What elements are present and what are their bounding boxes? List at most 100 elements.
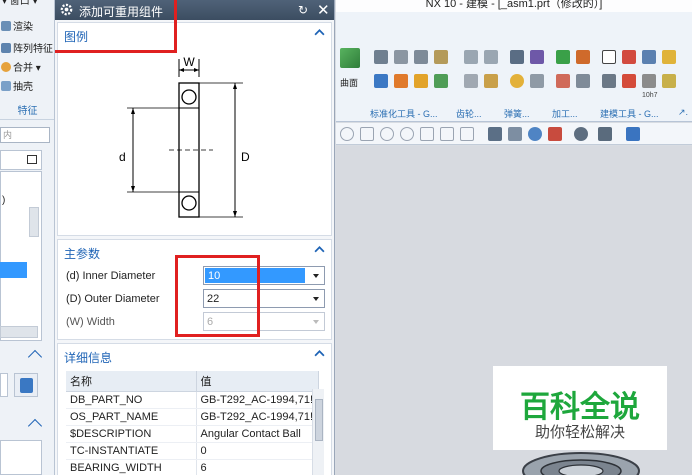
- table-row[interactable]: BEARING_WIDTH 6: [66, 459, 319, 475]
- filter-input[interactable]: 内: [0, 127, 50, 143]
- tool-icon[interactable]: [622, 74, 636, 88]
- collapse-chevron-icon[interactable]: [27, 349, 43, 365]
- tool-icon[interactable]: [434, 50, 448, 64]
- ribbon-group-modeling-tools[interactable]: 建模工具 - G...: [600, 107, 659, 120]
- table-row[interactable]: $DESCRIPTION Angular Contact Ball: [66, 425, 319, 443]
- maximize-icon[interactable]: [27, 155, 37, 164]
- selected-list-item[interactable]: [0, 262, 27, 278]
- chevron-up-icon[interactable]: [314, 27, 325, 38]
- highlight-box-params: [175, 255, 260, 337]
- collapse-chevron-icon-2[interactable]: [27, 418, 43, 434]
- tool-icon[interactable]: [374, 74, 388, 88]
- details-label: 详细信息: [64, 351, 113, 365]
- horizontal-scrollbar[interactable]: [0, 326, 38, 338]
- tool-icon[interactable]: [530, 50, 544, 64]
- tool-icon[interactable]: [622, 50, 636, 64]
- tool-icon[interactable]: [414, 50, 428, 64]
- tool-icon[interactable]: [484, 50, 498, 64]
- tool-icon[interactable]: [662, 50, 676, 64]
- tool-icon[interactable]: [484, 74, 498, 88]
- snap-icon[interactable]: [460, 127, 474, 141]
- feature-group-label: 特征: [0, 104, 54, 120]
- snap-icon[interactable]: [380, 127, 394, 141]
- unite-icon: [1, 62, 11, 72]
- reset-icon[interactable]: ↻: [298, 3, 308, 17]
- cube-view-icon[interactable]: [626, 127, 640, 141]
- ribbon: 曲面 10h7 标准化工具 - G... 齿轮... 弹簧... 加工... 建…: [336, 12, 692, 122]
- tool-icon[interactable]: [394, 74, 408, 88]
- details-header[interactable]: 详细信息: [58, 344, 331, 366]
- close-icon[interactable]: ✕: [317, 1, 330, 19]
- tool-icon[interactable]: [510, 50, 524, 64]
- outer-diameter-label: (D) Outer Diameter: [66, 293, 160, 305]
- ribbon-group-spring[interactable]: 弹簧...: [504, 107, 530, 120]
- cell-name: $DESCRIPTION: [66, 425, 197, 443]
- chevron-up-icon[interactable]: [314, 348, 325, 359]
- tool-icon[interactable]: [576, 50, 590, 64]
- snap-icon[interactable]: [340, 127, 354, 141]
- shell-button[interactable]: 抽壳: [1, 80, 33, 96]
- snap-icon[interactable]: [440, 127, 454, 141]
- tool-icon[interactable]: [662, 74, 676, 88]
- render-style-icon[interactable]: [574, 127, 588, 141]
- chevron-up-icon[interactable]: [314, 244, 325, 255]
- tool-icon[interactable]: [642, 50, 656, 64]
- dropdown-arrow-icon[interactable]: [308, 267, 324, 284]
- snap-icon[interactable]: [360, 127, 374, 141]
- tool-icon[interactable]: [464, 50, 478, 64]
- snap-icon[interactable]: [400, 127, 414, 141]
- column-header-value[interactable]: 值: [196, 371, 319, 392]
- ribbon-group-more[interactable]: ↗.: [678, 107, 688, 118]
- render-menu-item[interactable]: 渲染: [1, 20, 33, 36]
- tool-icon[interactable]: [394, 50, 408, 64]
- ribbon-group-standard-tools[interactable]: 标准化工具 - G...: [370, 107, 438, 120]
- snap-icon[interactable]: [420, 127, 434, 141]
- tool-button[interactable]: [0, 373, 8, 397]
- surface-label: 曲面: [340, 78, 359, 88]
- inner-diameter-label: (d) Inner Diameter: [66, 270, 156, 282]
- tool-icon[interactable]: [374, 50, 388, 64]
- layout-icon[interactable]: [548, 127, 562, 141]
- unite-button[interactable]: 合并 ▾: [1, 61, 41, 77]
- render-icon: [1, 21, 11, 31]
- tool-icon[interactable]: [434, 74, 448, 88]
- table-row[interactable]: DB_PART_NO GB-T292_AC-1994,71!: [66, 391, 319, 409]
- view-icon[interactable]: [508, 127, 522, 141]
- column-header-name[interactable]: 名称: [66, 371, 197, 392]
- tool-icon[interactable]: [602, 50, 616, 64]
- table-row[interactable]: OS_PART_NAME GB-T292_AC-1994,71!: [66, 408, 319, 426]
- tool-icon[interactable]: [642, 74, 656, 88]
- bearing-diagram: W d D: [119, 55, 250, 218]
- ribbon-group-machining[interactable]: 加工...: [552, 107, 578, 120]
- width-label: (W) Width: [66, 316, 115, 328]
- cell-name: TC-INSTANTIATE: [66, 442, 197, 460]
- refresh-view-icon[interactable]: [528, 127, 542, 141]
- dropdown-arrow-icon[interactable]: [308, 290, 324, 307]
- tool-icon[interactable]: [414, 74, 428, 88]
- tool-icon[interactable]: [556, 50, 570, 64]
- tool-icon[interactable]: [602, 74, 616, 88]
- orient-icon[interactable]: [598, 127, 612, 141]
- details-scrollbar[interactable]: [312, 389, 324, 475]
- tool-icon[interactable]: [576, 74, 590, 88]
- pattern-feature-button[interactable]: 阵列特征: [1, 42, 53, 58]
- ribbon-group-gear[interactable]: 齿轮...: [456, 107, 482, 120]
- tool-icon[interactable]: [464, 74, 478, 88]
- scrollbar-thumb[interactable]: [315, 399, 323, 441]
- dropdown-arrow-icon: [308, 313, 324, 330]
- selection-toolbar: [336, 123, 692, 145]
- table-row[interactable]: TC-INSTANTIATE 0: [66, 442, 319, 460]
- tool-icon[interactable]: [530, 74, 544, 88]
- menu-fragment[interactable]: ▾ 窗口 ▾: [2, 0, 38, 10]
- view-icon[interactable]: [488, 127, 502, 141]
- surface-icon[interactable]: [340, 48, 360, 68]
- tool-icon[interactable]: [510, 74, 524, 88]
- details-group: 详细信息 名称 值 DB_PART_NO GB-T292_AC-1994,71!…: [57, 343, 332, 475]
- list-scrollbar[interactable]: [29, 207, 39, 237]
- left-toolbar-strip: ▾ 窗口 ▾ 渲染 阵列特征 合并 ▾ 抽壳 特征 内 ): [0, 0, 55, 475]
- navigator-list[interactable]: [0, 171, 42, 341]
- tool-icon[interactable]: [556, 74, 570, 88]
- part-tool-button[interactable]: [14, 373, 38, 397]
- inner-dim-label: d: [119, 150, 126, 164]
- list-item[interactable]: ): [2, 193, 5, 209]
